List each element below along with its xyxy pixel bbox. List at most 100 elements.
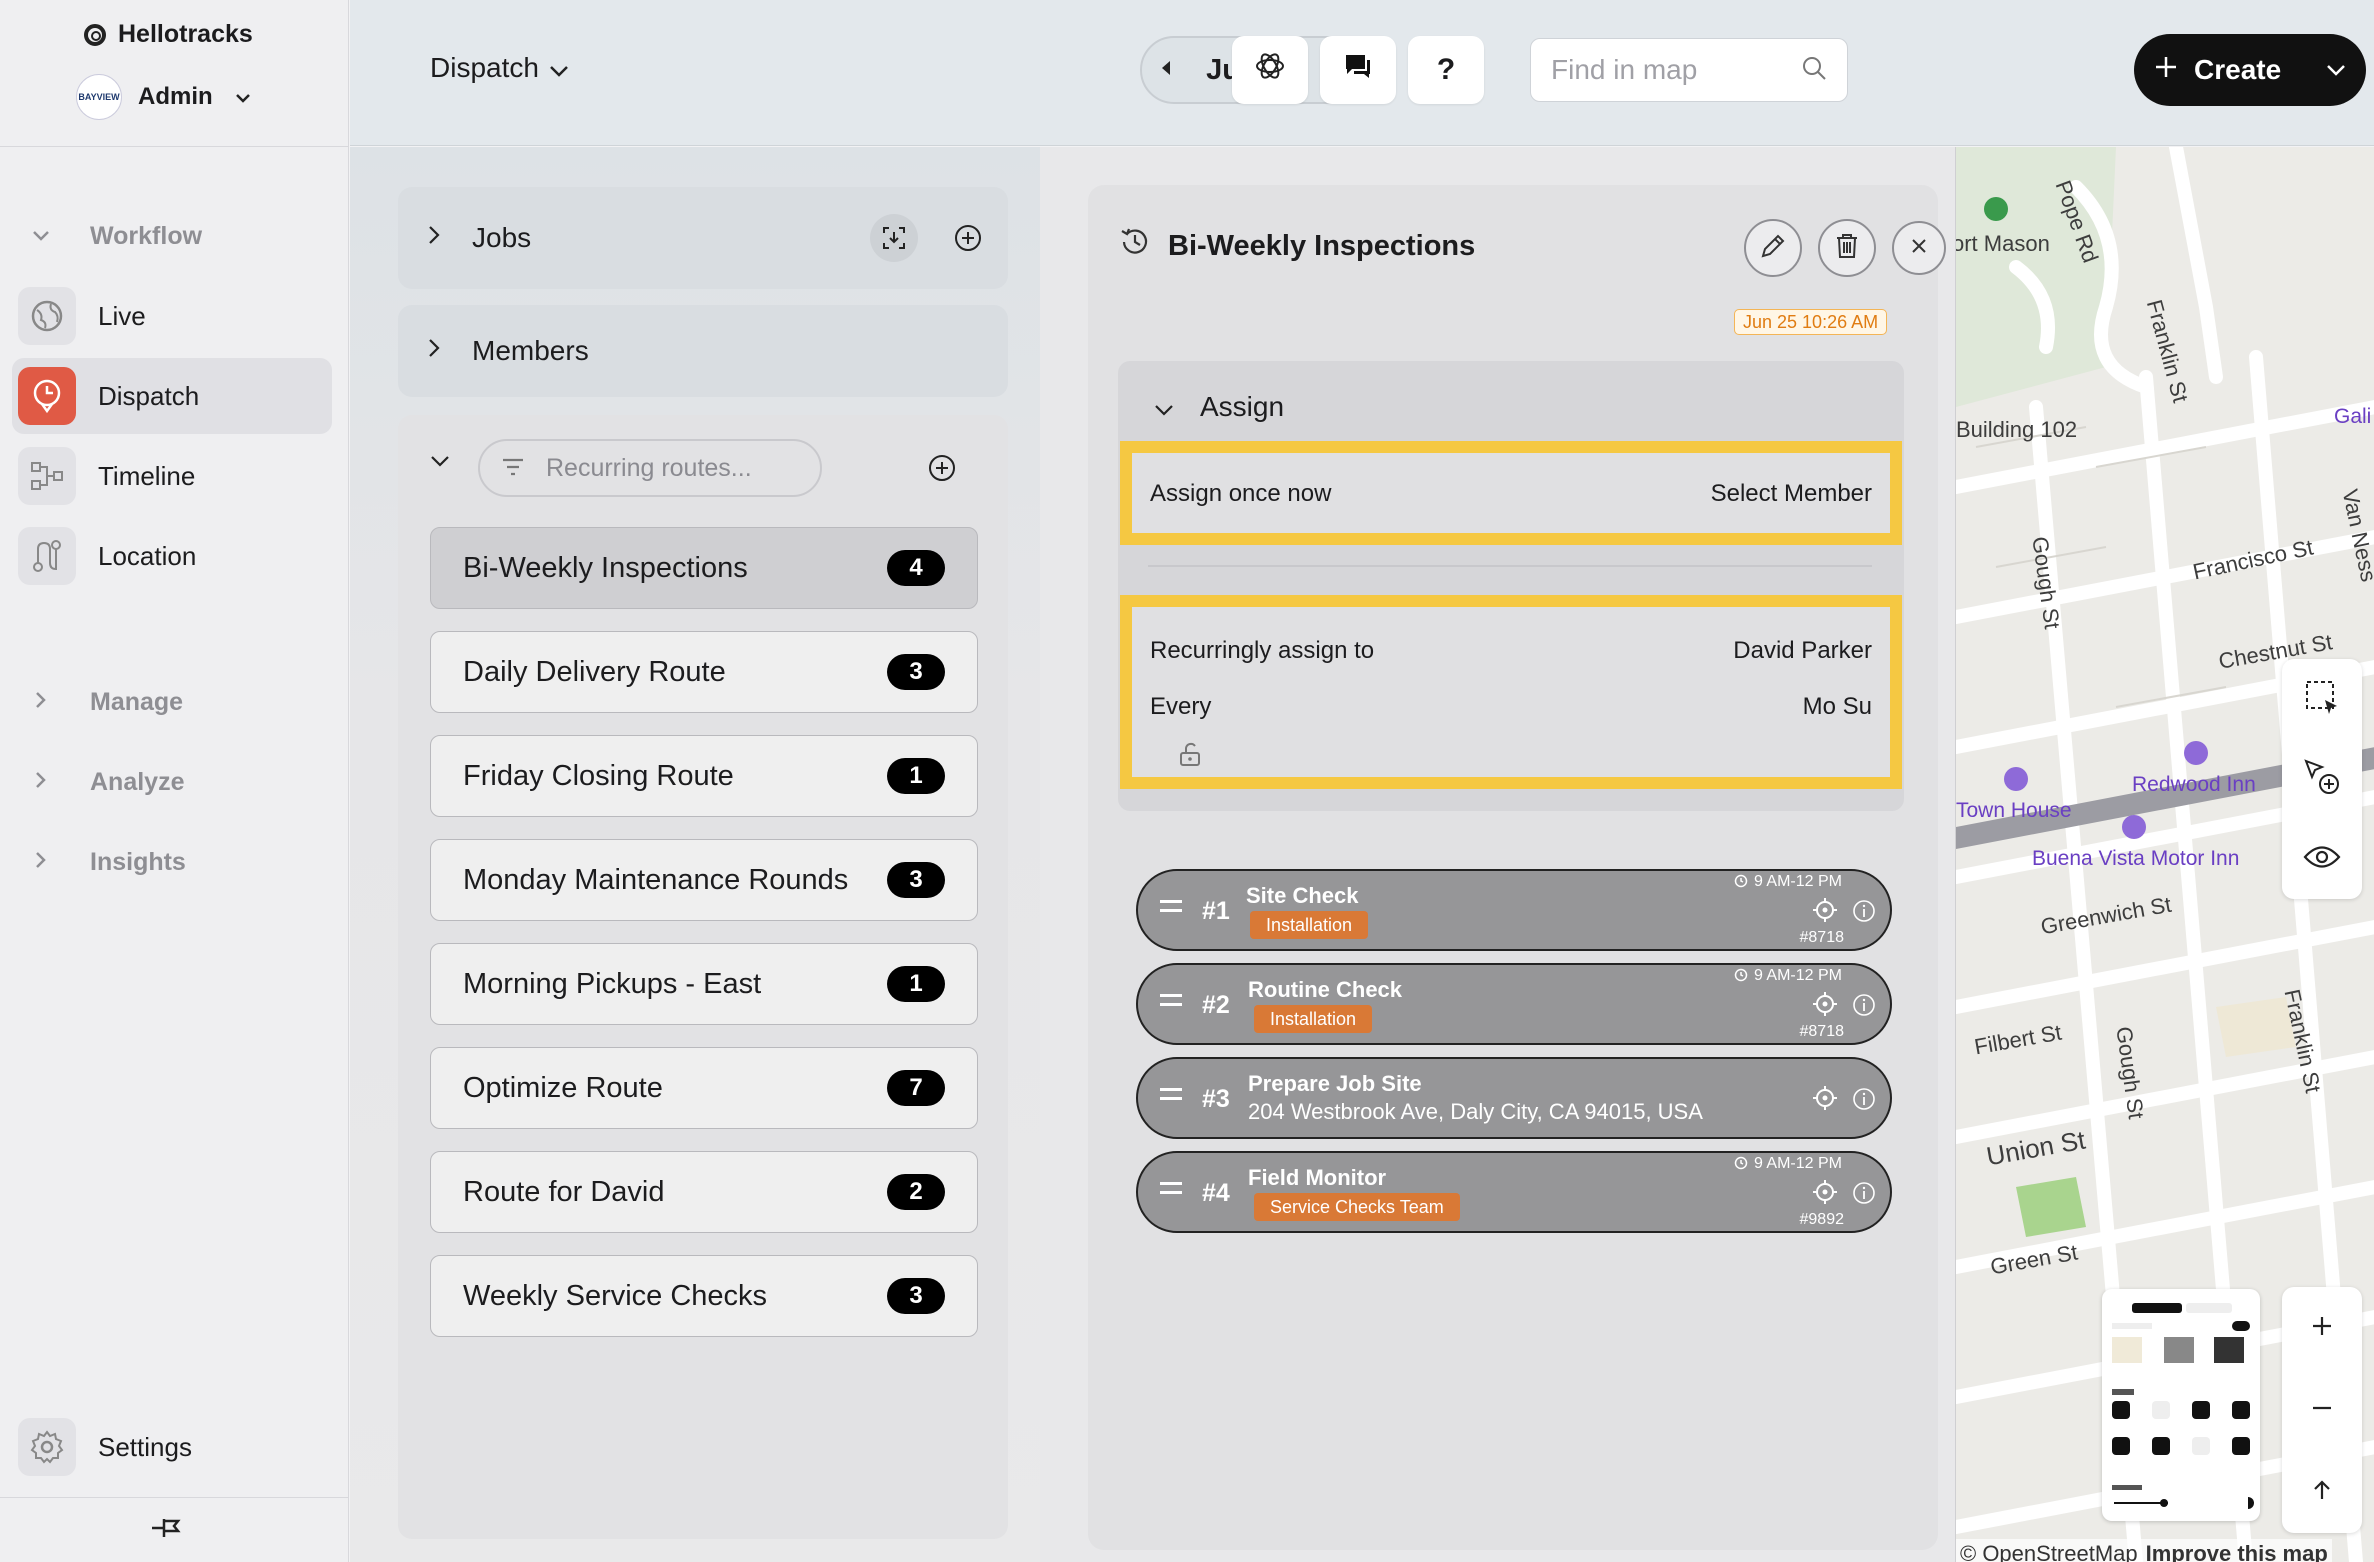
nav-group-manage[interactable]: Manage (30, 688, 183, 717)
chevron-down-icon[interactable] (2326, 59, 2346, 82)
route-stop[interactable]: #2 Routine Check Installation 9 AM-12 PM… (1136, 963, 1892, 1045)
nav-group-analyze[interactable]: Analyze (30, 768, 184, 797)
route-item[interactable]: Morning Pickups - East 1 (430, 943, 978, 1025)
prev-day-button[interactable] (1160, 60, 1172, 81)
sidebar-item-label: Location (98, 540, 197, 571)
search-input[interactable] (1551, 54, 1781, 86)
route-item[interactable]: Monday Maintenance Rounds 3 (430, 839, 978, 921)
info-icon[interactable] (1852, 993, 1876, 1022)
weekday-select[interactable]: Mo Su (1803, 693, 1872, 721)
chat-button[interactable] (1320, 36, 1396, 104)
route-item[interactable]: Route for David 2 (430, 1151, 978, 1233)
globe-icon (18, 287, 76, 345)
locate-icon[interactable] (1812, 1085, 1838, 1116)
minus-icon (2311, 1393, 2333, 1427)
drag-handle-icon[interactable] (1160, 900, 1182, 918)
map-view[interactable]: ort Mason Pope Rd Franklin St Building 1… (1955, 147, 2374, 1562)
close-button[interactable] (1892, 221, 1946, 275)
add-place-tool[interactable] (2282, 739, 2362, 819)
map-label: Town House (1956, 799, 2072, 822)
sidebar-item-live[interactable]: Live (12, 278, 332, 354)
zoom-in-button[interactable] (2282, 1287, 2362, 1369)
sidebar-item-timeline[interactable]: Timeline (12, 438, 332, 514)
route-item[interactable]: Optimize Route 7 (430, 1047, 978, 1129)
help-button[interactable]: ? (1408, 36, 1484, 104)
route-item[interactable]: Friday Closing Route 1 (430, 735, 978, 817)
delete-button[interactable] (1818, 219, 1876, 277)
dispatch-pin-icon (18, 367, 76, 425)
sidebar-item-settings[interactable]: Settings (12, 1418, 192, 1476)
pencil-icon (1759, 232, 1787, 265)
sidebar-item-location[interactable]: Location (12, 518, 332, 594)
route-title: Bi-Weekly Inspections (1118, 225, 1475, 267)
route-stop[interactable]: #1 Site Check Installation 9 AM-12 PM #8… (1136, 869, 1892, 951)
import-jobs-icon[interactable] (870, 214, 918, 262)
locate-icon[interactable] (1812, 991, 1838, 1022)
info-icon[interactable] (1852, 1087, 1876, 1116)
brand[interactable]: Hellotracks (84, 20, 253, 49)
openai-icon (1252, 48, 1288, 92)
route-name: Optimize Route (463, 1071, 663, 1104)
unlock-icon[interactable] (1178, 741, 1202, 772)
route-stop[interactable]: #3 Prepare Job Site 204 Westbrook Ave, D… (1136, 1057, 1892, 1139)
select-area-tool[interactable] (2282, 659, 2362, 739)
create-button[interactable]: Create (2134, 34, 2366, 106)
org-switcher[interactable]: BAYVIEW Admin (76, 74, 251, 120)
stop-time-window: 9 AM-12 PM (1734, 967, 1842, 985)
search-icon (1801, 55, 1827, 86)
pin-sidebar-icon[interactable] (148, 1510, 188, 1546)
route-filter-input[interactable]: Recurring routes... (478, 439, 822, 497)
route-name: Monday Maintenance Rounds (463, 863, 849, 896)
jobs-label[interactable]: Jobs (472, 222, 844, 254)
info-icon[interactable] (1852, 899, 1876, 928)
route-title-text: Bi-Weekly Inspections (1168, 229, 1476, 262)
route-item[interactable]: Daily Delivery Route 3 (430, 631, 978, 713)
sidebar-item-dispatch[interactable]: Dispatch (12, 358, 332, 434)
visibility-tool[interactable] (2282, 819, 2362, 899)
stop-name: Field Monitor (1248, 1165, 1387, 1190)
add-job-icon[interactable] (944, 214, 992, 262)
locate-icon[interactable] (1812, 1179, 1838, 1210)
edit-button[interactable] (1744, 219, 1802, 277)
stop-name: Site Check (1246, 883, 1359, 908)
chevron-right-icon[interactable] (428, 225, 446, 251)
history-icon[interactable] (1118, 225, 1152, 267)
view-selector[interactable]: Dispatch (430, 52, 569, 84)
reset-north-button[interactable] (2282, 1451, 2362, 1533)
zoom-controls (2282, 1287, 2362, 1533)
chevron-right-icon (30, 691, 52, 715)
add-route-icon[interactable] (918, 444, 966, 492)
assign-header[interactable]: Assign (1154, 391, 1284, 423)
select-member-button[interactable]: Select Member (1711, 480, 1872, 508)
drag-handle-icon[interactable] (1160, 1088, 1182, 1106)
filter-icon (502, 454, 524, 483)
route-item[interactable]: Weekly Service Checks 3 (430, 1255, 978, 1337)
drag-handle-icon[interactable] (1160, 994, 1182, 1012)
route-icon (18, 527, 76, 585)
osm-attribution[interactable]: © OpenStreetMap (1960, 1541, 2138, 1562)
improve-map-link[interactable]: Improve this map (2146, 1541, 2328, 1562)
route-stop[interactable]: #4 Field Monitor Service Checks Team 9 A… (1136, 1151, 1892, 1233)
zoom-out-button[interactable] (2282, 1369, 2362, 1451)
members-label[interactable]: Members (472, 335, 589, 367)
chevron-right-icon[interactable] (428, 338, 446, 364)
stop-number: #1 (1202, 897, 1230, 925)
top-bar: Dispatch Jun 25 ? Create (350, 0, 2374, 146)
route-item[interactable]: Bi-Weekly Inspections 4 (430, 527, 978, 609)
chevron-down-icon[interactable] (430, 455, 450, 474)
hotel-marker-icon (2122, 815, 2146, 839)
assign-section: Assign Assign once now Select Member Rec… (1118, 361, 1904, 811)
nav-group-workflow[interactable]: Workflow (30, 222, 202, 251)
recurring-assignee-select[interactable]: David Parker (1733, 637, 1872, 665)
locate-icon[interactable] (1812, 897, 1838, 928)
route-name: Morning Pickups - East (463, 967, 762, 1000)
nav-group-insights[interactable]: Insights (30, 848, 186, 877)
ai-assistant-button[interactable] (1232, 36, 1308, 104)
map-layers-panel[interactable] (2102, 1289, 2260, 1521)
map-label: ort Mason (1955, 231, 2050, 256)
info-icon[interactable] (1852, 1181, 1876, 1210)
route-count-badge: 4 (887, 550, 945, 586)
cursor-plus-icon (2302, 757, 2342, 802)
nav-group-label: Insights (90, 848, 186, 876)
drag-handle-icon[interactable] (1160, 1182, 1182, 1200)
